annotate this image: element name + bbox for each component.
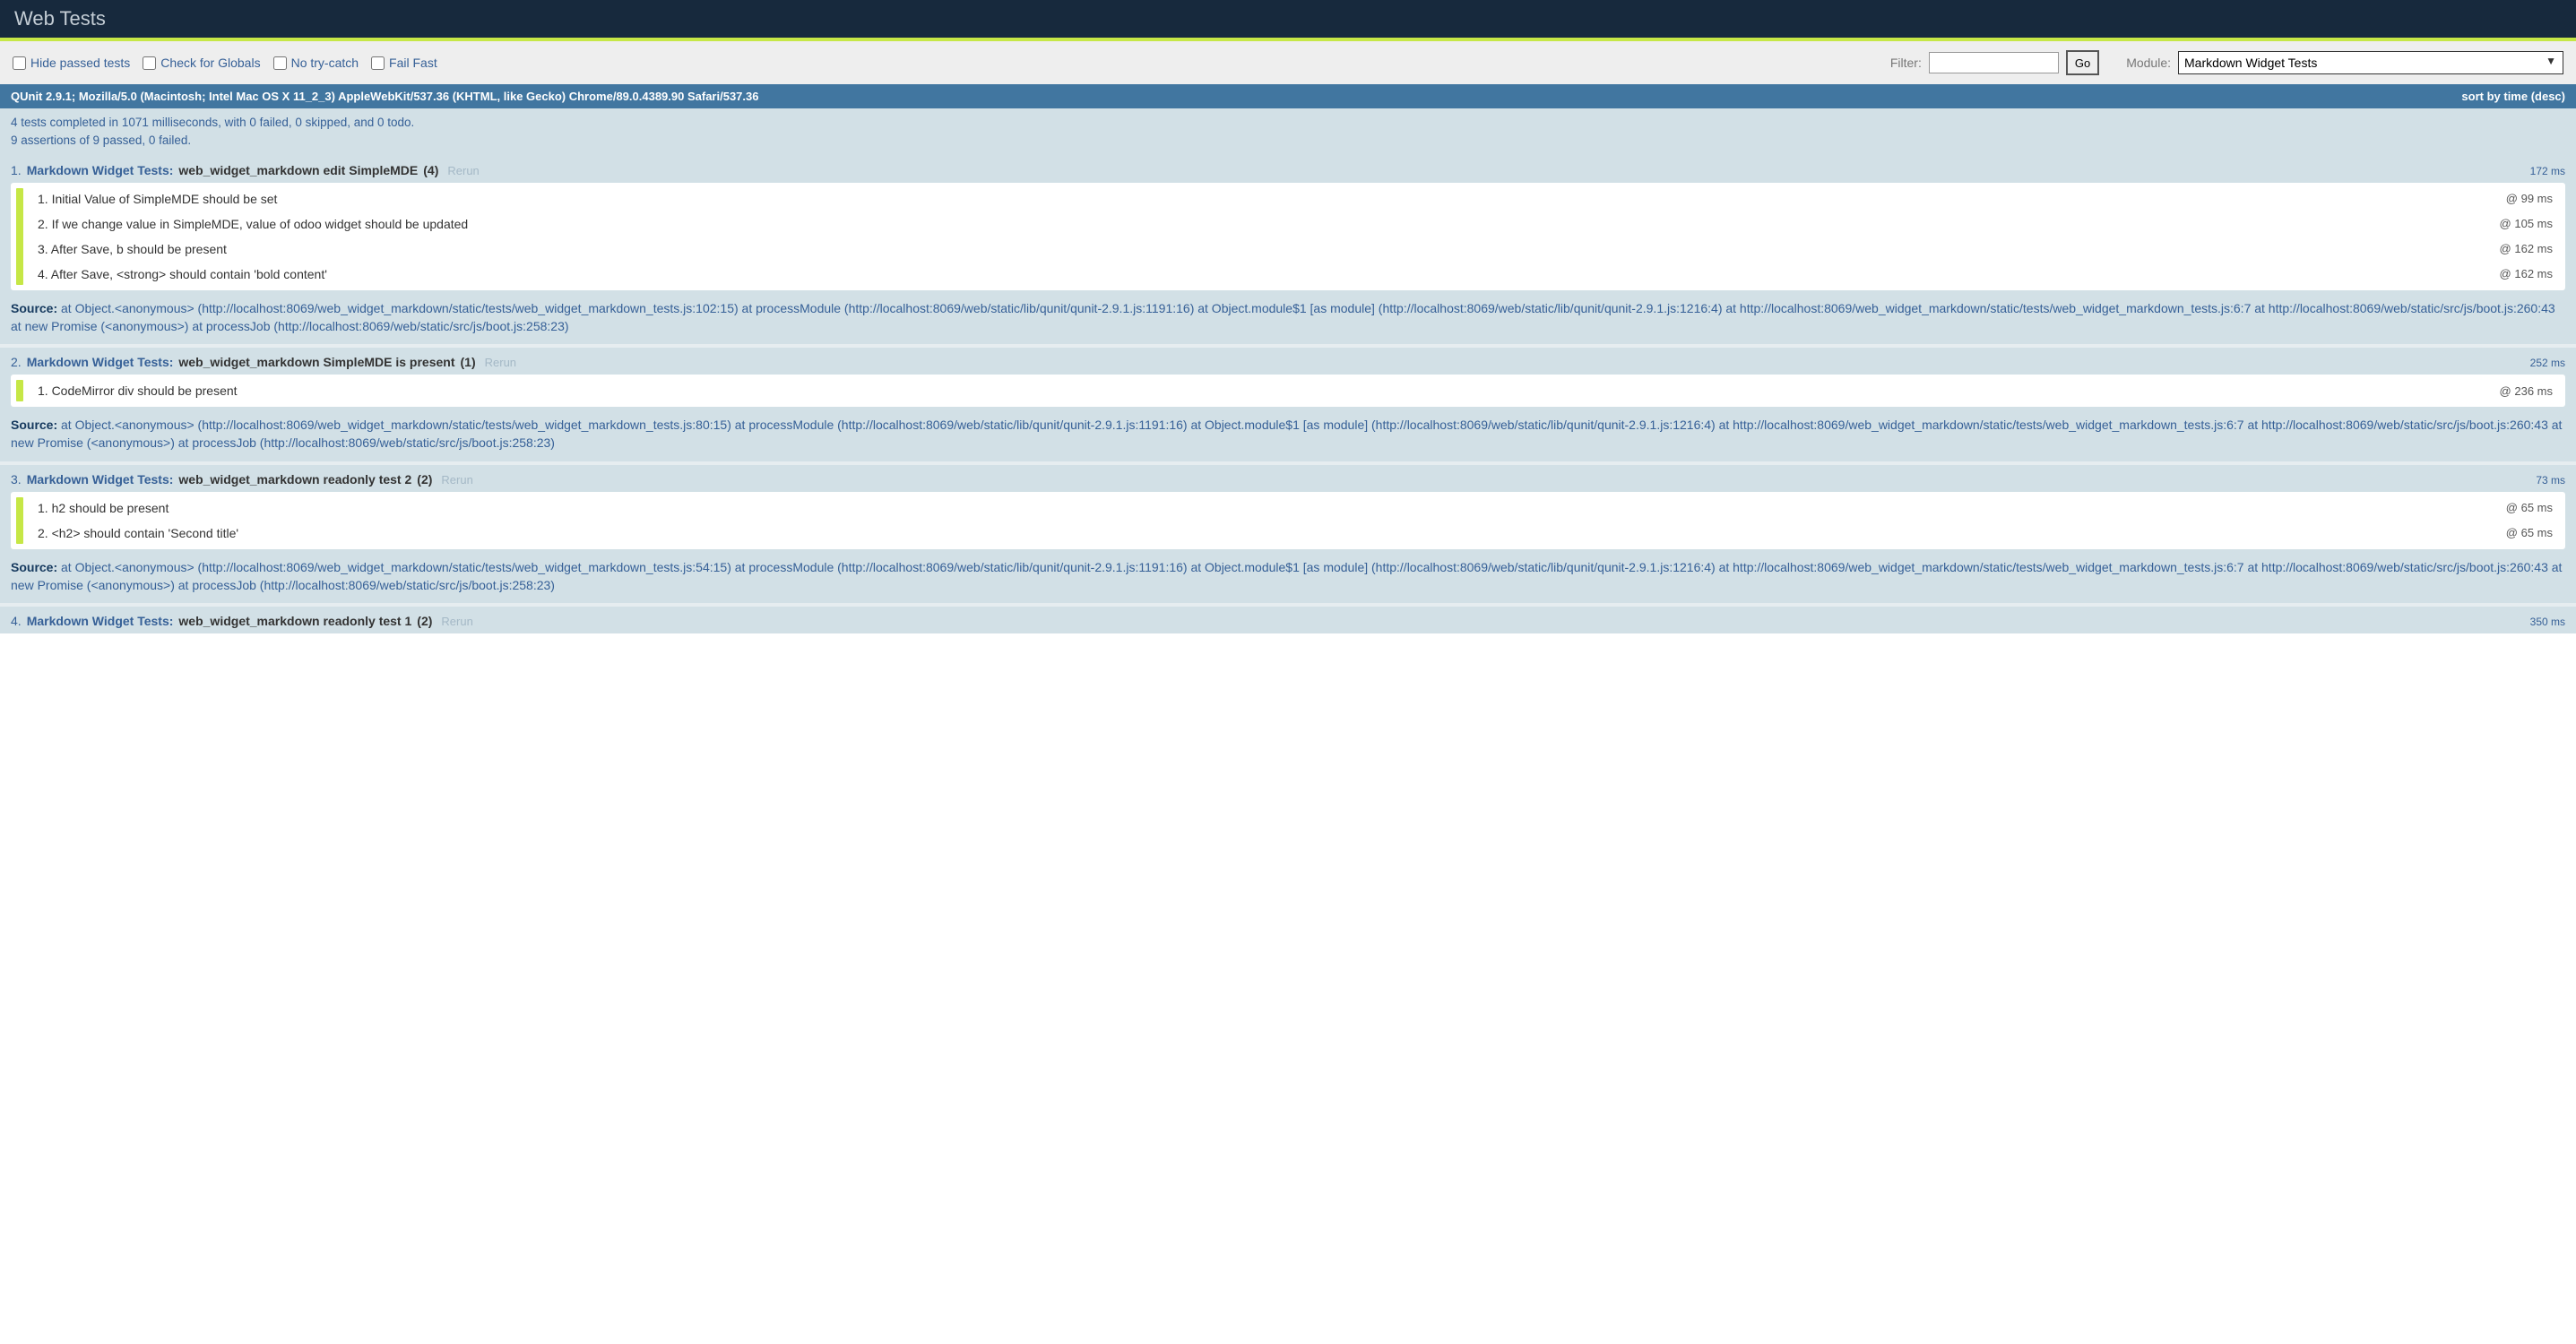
pass-bar-icon	[16, 380, 23, 401]
module-select-wrap: Markdown Widget Tests	[2178, 51, 2563, 74]
assert-message: 2. <h2> should contain 'Second title'	[38, 526, 238, 540]
test-source: Source: at Object.<anonymous> (http://lo…	[0, 290, 2576, 345]
test-runtime: 350 ms	[2530, 616, 2565, 628]
assert-count: (4)	[423, 163, 438, 177]
assert-message: 1. h2 should be present	[38, 501, 169, 515]
no-trycatch-label[interactable]: No try-catch	[273, 56, 359, 70]
test-title-row[interactable]: 4. Markdown Widget Tests: web_widget_mar…	[0, 607, 2576, 633]
source-label: Source:	[11, 301, 57, 315]
hide-passed-text: Hide passed tests	[30, 56, 130, 70]
test-runtime: 172 ms	[2530, 165, 2565, 177]
rerun-link[interactable]: Rerun	[441, 473, 472, 487]
assert-message: 2. If we change value in SimpleMDE, valu…	[38, 217, 468, 231]
page-header: Web Tests	[0, 0, 2576, 38]
filter-input[interactable]	[1929, 52, 2059, 73]
user-agent-bar: QUnit 2.9.1; Mozilla/5.0 (Macintosh; Int…	[0, 84, 2576, 108]
assert-item[interactable]: 2. <h2> should contain 'Second title' @ 6…	[11, 521, 2565, 546]
assert-item[interactable]: 1. h2 should be present @ 65 ms	[11, 495, 2565, 521]
pass-bar-icon	[16, 188, 23, 285]
test-module-name[interactable]: Markdown Widget Tests:	[27, 355, 174, 369]
source-trace: at Object.<anonymous> (http://localhost:…	[11, 560, 2562, 592]
hide-passed-checkbox[interactable]	[13, 56, 26, 70]
no-trycatch-checkbox[interactable]	[273, 56, 287, 70]
test-name: web_widget_markdown SimpleMDE is present	[178, 355, 454, 369]
test-number: 3.	[11, 472, 22, 487]
test-block: 4. Markdown Widget Tests: web_widget_mar…	[0, 607, 2576, 633]
summary-line-1: 4 tests completed in 1071 milliseconds, …	[11, 114, 2565, 132]
assert-message: 3. After Save, b should be present	[38, 242, 227, 256]
test-name: web_widget_markdown readonly test 1	[178, 614, 411, 628]
assert-list: 1. CodeMirror div should be present @ 236…	[11, 375, 2565, 407]
assert-message: 4. After Save, <strong> should contain '…	[38, 267, 327, 281]
assert-runtime: @ 162 ms	[2500, 267, 2553, 280]
check-globals-text: Check for Globals	[160, 56, 260, 70]
assert-list: 1. Initial Value of SimpleMDE should be …	[11, 183, 2565, 290]
source-label: Source:	[11, 560, 57, 574]
rerun-link[interactable]: Rerun	[485, 356, 516, 369]
user-agent-text: QUnit 2.9.1; Mozilla/5.0 (Macintosh; Int…	[11, 90, 758, 103]
assert-item[interactable]: 1. Initial Value of SimpleMDE should be …	[11, 186, 2565, 211]
assert-message: 1. Initial Value of SimpleMDE should be …	[38, 192, 277, 206]
test-block: 1. Markdown Widget Tests: web_widget_mar…	[0, 156, 2576, 345]
test-module-name[interactable]: Markdown Widget Tests:	[27, 163, 174, 177]
test-name: web_widget_markdown readonly test 2	[178, 472, 411, 487]
test-module-name[interactable]: Markdown Widget Tests:	[27, 472, 174, 487]
test-title-row[interactable]: 3. Markdown Widget Tests: web_widget_mar…	[0, 465, 2576, 492]
test-number: 1.	[11, 163, 22, 177]
module-select[interactable]: Markdown Widget Tests	[2178, 51, 2563, 74]
page-title: Web Tests	[14, 7, 106, 30]
test-source: Source: at Object.<anonymous> (http://lo…	[0, 549, 2576, 604]
test-block: 2. Markdown Widget Tests: web_widget_mar…	[0, 348, 2576, 461]
test-number: 2.	[11, 355, 22, 369]
assert-item[interactable]: 3. After Save, b should be present @ 162 …	[11, 237, 2565, 262]
go-button[interactable]: Go	[2066, 50, 2099, 75]
test-block: 3. Markdown Widget Tests: web_widget_mar…	[0, 465, 2576, 604]
assert-runtime: @ 162 ms	[2500, 242, 2553, 255]
source-trace: at Object.<anonymous> (http://localhost:…	[11, 301, 2555, 333]
hide-passed-label[interactable]: Hide passed tests	[13, 56, 130, 70]
test-summary: 4 tests completed in 1071 milliseconds, …	[0, 108, 2576, 156]
test-number: 4.	[11, 614, 22, 628]
fail-fast-label[interactable]: Fail Fast	[371, 56, 437, 70]
sort-by-time[interactable]: sort by time (desc)	[2461, 90, 2565, 103]
qunit-toolbar: Hide passed tests Check for Globals No t…	[0, 41, 2576, 84]
assert-runtime: @ 105 ms	[2500, 217, 2553, 230]
assert-message: 1. CodeMirror div should be present	[38, 383, 238, 398]
no-trycatch-text: No try-catch	[291, 56, 359, 70]
module-label: Module:	[2126, 56, 2171, 70]
assert-runtime: @ 99 ms	[2506, 192, 2553, 205]
test-runtime: 73 ms	[2536, 474, 2565, 487]
test-title-row[interactable]: 2. Markdown Widget Tests: web_widget_mar…	[0, 348, 2576, 375]
tests-container: 1. Markdown Widget Tests: web_widget_mar…	[0, 156, 2576, 634]
fail-fast-checkbox[interactable]	[371, 56, 385, 70]
test-source: Source: at Object.<anonymous> (http://lo…	[0, 407, 2576, 461]
rerun-link[interactable]: Rerun	[441, 615, 472, 628]
assert-item[interactable]: 2. If we change value in SimpleMDE, valu…	[11, 211, 2565, 237]
fail-fast-text: Fail Fast	[389, 56, 437, 70]
assert-list: 1. h2 should be present@ 65 ms2. <h2> sh…	[11, 492, 2565, 549]
test-title-row[interactable]: 1. Markdown Widget Tests: web_widget_mar…	[0, 156, 2576, 183]
assert-item[interactable]: 4. After Save, <strong> should contain '…	[11, 262, 2565, 287]
test-runtime: 252 ms	[2530, 357, 2565, 369]
assert-runtime: @ 65 ms	[2506, 526, 2553, 539]
filter-label: Filter:	[1890, 56, 1922, 70]
check-globals-checkbox[interactable]	[143, 56, 156, 70]
toolbar-checkboxes: Hide passed tests Check for Globals No t…	[13, 56, 437, 70]
toolbar-filters: Filter: Go Module: Markdown Widget Tests	[1890, 50, 2563, 75]
source-label: Source:	[11, 418, 57, 432]
assert-count: (1)	[461, 355, 476, 369]
summary-line-2: 9 assertions of 9 passed, 0 failed.	[11, 132, 2565, 150]
assert-count: (2)	[417, 472, 432, 487]
pass-bar-icon	[16, 497, 23, 544]
assert-item[interactable]: 1. CodeMirror div should be present @ 236…	[11, 378, 2565, 403]
assert-count: (2)	[417, 614, 432, 628]
assert-runtime: @ 65 ms	[2506, 501, 2553, 514]
check-globals-label[interactable]: Check for Globals	[143, 56, 260, 70]
assert-runtime: @ 236 ms	[2500, 384, 2553, 398]
source-trace: at Object.<anonymous> (http://localhost:…	[11, 418, 2562, 450]
test-module-name[interactable]: Markdown Widget Tests:	[27, 614, 174, 628]
rerun-link[interactable]: Rerun	[447, 164, 479, 177]
test-name: web_widget_markdown edit SimpleMDE	[178, 163, 418, 177]
